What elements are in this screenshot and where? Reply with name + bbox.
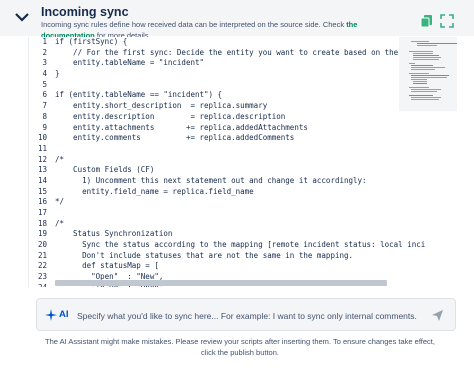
line-number: 8 <box>42 111 47 121</box>
code-minimap[interactable] <box>399 37 457 111</box>
minimap-line <box>413 83 427 84</box>
minimap-line <box>409 63 415 64</box>
minimap-line <box>411 79 427 80</box>
line-number: 15 <box>37 186 47 196</box>
code-line: entity.field_name = replica.field_name <box>55 186 254 196</box>
code-line: def statusMap = [ <box>55 261 159 271</box>
code-line: /* <box>55 218 65 228</box>
description-text: Incoming sync rules define how received … <box>41 20 347 29</box>
minimap-line <box>409 87 429 88</box>
line-number: 11 <box>37 143 47 153</box>
expand-icon[interactable] <box>440 14 454 28</box>
line-number: 18 <box>37 218 47 228</box>
copy-icon[interactable] <box>420 14 434 28</box>
minimap-line <box>411 77 447 78</box>
horizontal-scrollbar[interactable] <box>55 280 387 286</box>
line-number: 20 <box>37 240 47 250</box>
minimap-line <box>411 69 435 70</box>
line-number: 7 <box>42 101 47 111</box>
minimap-line <box>411 67 445 68</box>
line-number: 24 <box>29 283 51 287</box>
minimap-line <box>411 41 429 42</box>
minimap-line <box>411 65 433 66</box>
line-number: 16 <box>37 197 47 207</box>
line-number: 3 <box>42 58 47 68</box>
minimap-line <box>411 91 437 92</box>
script-editor[interactable]: 1234567891011121314151617181920212223242… <box>28 37 459 287</box>
line-number: 21 <box>37 250 47 260</box>
ai-prompt-input[interactable] <box>77 307 417 324</box>
minimap-line <box>413 55 439 56</box>
minimap-line <box>413 59 439 60</box>
code-line: entity.comments += replica.addedComments <box>55 133 295 143</box>
line-number: 4 <box>42 69 47 79</box>
code-line: if (firstSync) { <box>55 37 128 46</box>
line-number: 12 <box>37 154 47 164</box>
code-line: entity.attachments += replica.addedAttac… <box>55 122 308 132</box>
chevron-down-icon[interactable] <box>14 11 30 23</box>
line-number: 2 <box>42 47 47 57</box>
send-icon[interactable] <box>431 309 444 322</box>
code-line: */ <box>55 197 65 207</box>
minimap-line <box>411 75 449 76</box>
line-number: 17 <box>37 208 47 217</box>
minimap-line <box>417 43 457 44</box>
line-number: 5 <box>42 79 47 89</box>
minimap-line <box>413 81 427 82</box>
code-line: Status Synchronization <box>55 229 173 239</box>
line-number: 6 <box>42 90 47 100</box>
minimap-line <box>409 51 433 52</box>
line-number: 19 <box>37 229 47 239</box>
code-line: Don't include statuses that are not the … <box>55 250 354 260</box>
code-line: } <box>55 69 60 79</box>
code-line: entity.description = replica.description <box>55 111 286 121</box>
code-line: 1) Uncomment this next statement out and… <box>55 175 367 185</box>
line-number: 14 <box>37 175 47 185</box>
minimap-line <box>413 53 433 54</box>
ai-label: AI <box>59 309 69 320</box>
minimap-line <box>411 99 439 100</box>
code-line: Sync the status according to the mapping… <box>55 240 425 250</box>
line-number: 22 <box>37 261 47 271</box>
code-line: entity.tableName = "incident" <box>55 58 205 68</box>
sparkle-icon <box>45 309 57 321</box>
code-line: // For the first sync: Decide the entity… <box>55 47 425 57</box>
minimap-line <box>417 45 437 46</box>
minimap-line <box>409 73 429 74</box>
minimap-line <box>411 89 441 90</box>
code-line: /* <box>55 154 65 164</box>
line-number: 1 <box>42 37 47 46</box>
section-title: Incoming sync <box>41 5 129 19</box>
code-line: entity.short_description = replica.summa… <box>55 101 268 111</box>
incoming-sync-header: Incoming sync Incoming sync rules define… <box>0 0 474 40</box>
line-number-gutter: 1234567891011121314151617181920212223242… <box>29 37 51 287</box>
line-number: 10 <box>37 133 47 143</box>
line-number: 13 <box>37 165 47 175</box>
ai-disclaimer: The AI Assistant might make mistakes. Pl… <box>45 337 435 357</box>
line-number: 9 <box>42 122 47 132</box>
minimap-line <box>413 57 441 58</box>
code-area[interactable]: if (firstSync) { // For the first sync: … <box>55 37 425 287</box>
code-line: Custom Fields (CF) <box>55 165 155 175</box>
line-number: 23 <box>37 272 47 282</box>
minimap-line <box>409 95 433 96</box>
code-line: if (entity.tableName == "incident") { <box>55 90 223 100</box>
minimap-line <box>411 97 441 98</box>
ai-prompt-bar: AI <box>36 298 456 331</box>
